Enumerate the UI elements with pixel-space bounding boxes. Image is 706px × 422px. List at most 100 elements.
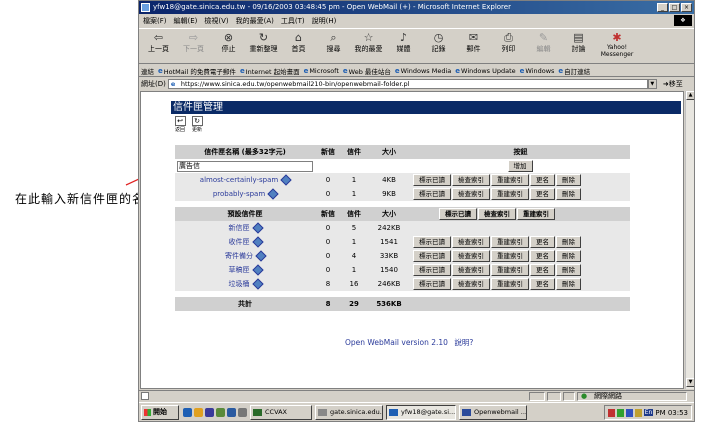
link-custom[interactable]: e 自訂連結 (558, 66, 590, 76)
version-link[interactable]: Open WebMail version 2.10 (345, 338, 448, 347)
mark-read-button[interactable]: 標示已讀 (413, 174, 451, 186)
media-quicklaunch-icon[interactable] (216, 408, 225, 417)
search-button[interactable]: ⌕ 搜尋 (316, 29, 351, 63)
media-button[interactable]: ♪ 媒體 (386, 29, 421, 63)
tray-icon[interactable] (616, 408, 624, 417)
refresh-folders-button[interactable]: ↻ 更新 (190, 116, 204, 133)
rename-button[interactable]: 更名 (530, 174, 555, 186)
discuss-button[interactable]: ▤ 討論 (561, 29, 596, 63)
link-best-sites[interactable]: e Web 最佳站台 (343, 66, 391, 76)
mark-all-read-button[interactable]: 標示已讀 (439, 208, 477, 220)
minimize-button[interactable]: _ (657, 3, 668, 12)
desktop-quicklaunch-icon[interactable] (205, 408, 214, 417)
mail-button[interactable]: ✉ 郵件 (456, 29, 491, 63)
menu-file[interactable]: 檔案(F) (143, 16, 167, 26)
rebuild-all-index-button[interactable]: 重建索引 (517, 208, 555, 220)
stop-button[interactable]: ⊗ 停止 (211, 29, 246, 63)
rebuild-index-button[interactable]: 重建索引 (491, 250, 529, 262)
address-input[interactable]: e https://www.sinica.edu.tw/openwebmail21… (167, 79, 648, 89)
check-all-index-button[interactable]: 檢查索引 (478, 208, 516, 220)
app-quicklaunch-icon[interactable] (227, 408, 236, 417)
refresh-button[interactable]: ↻ 重新整理 (246, 29, 281, 63)
check-index-button[interactable]: 檢查索引 (452, 250, 490, 262)
mark-read-button[interactable]: 標示已讀 (413, 264, 451, 276)
delete-button[interactable]: 刪除 (556, 264, 581, 276)
link-hotmail[interactable]: e HotMail 的免費電子郵件 (158, 66, 236, 76)
back-to-mail-button[interactable]: ↩ 返回 (173, 116, 187, 133)
go-button[interactable]: ➜移至 (663, 79, 683, 89)
rebuild-index-button[interactable]: 重建索引 (491, 264, 529, 276)
link-internet-start[interactable]: e Internet 起始畫面 (240, 66, 300, 76)
link-windows[interactable]: e Windows (520, 67, 555, 75)
folder-link[interactable]: probably-spam (213, 190, 265, 198)
close-button[interactable]: × (681, 3, 692, 12)
forward-button[interactable]: ⇨ 下一頁 (176, 29, 211, 63)
outlook-quicklaunch-icon[interactable] (194, 408, 203, 417)
folder-link[interactable]: 新信匣 (229, 224, 250, 232)
folder-link[interactable]: 收件匣 (229, 238, 250, 246)
link-microsoft[interactable]: e Microsoft (304, 67, 339, 75)
messenger-button[interactable]: ✱ Yahoo! Messenger (596, 29, 638, 63)
vertical-scrollbar[interactable]: ▲ ▼ (685, 91, 694, 389)
add-folder-button[interactable]: 增加 (507, 160, 533, 172)
rebuild-index-button[interactable]: 重建索引 (491, 174, 529, 186)
task-openwebmail-doc[interactable]: Openwebmail ... (459, 405, 527, 420)
tray-icon[interactable] (625, 408, 633, 417)
check-index-button[interactable]: 檢查索引 (452, 264, 490, 276)
folder-link[interactable]: 草稿匣 (229, 266, 250, 274)
rebuild-index-button[interactable]: 重建索引 (491, 188, 529, 200)
link-windows-update[interactable]: e Windows Update (455, 67, 515, 75)
rename-button[interactable]: 更名 (530, 278, 555, 290)
edit-button[interactable]: ✎ 編輯 (526, 29, 561, 63)
menu-tools[interactable]: 工具(T) (281, 16, 305, 26)
folder-search-icon[interactable] (251, 278, 264, 290)
delete-button[interactable]: 刪除 (556, 188, 581, 200)
delete-button[interactable]: 刪除 (556, 236, 581, 248)
check-index-button[interactable]: 檢查索引 (452, 174, 490, 186)
folder-link[interactable]: 寄件備分 (225, 252, 253, 260)
rename-button[interactable]: 更名 (530, 250, 555, 262)
folder-search-icon[interactable] (251, 236, 264, 248)
task-webmail-ie[interactable]: yfw18@gate.si... (386, 405, 456, 420)
rebuild-index-button[interactable]: 重建索引 (491, 278, 529, 290)
mark-read-button[interactable]: 標示已讀 (413, 278, 451, 290)
check-index-button[interactable]: 檢查索引 (452, 188, 490, 200)
scroll-down-icon[interactable]: ▼ (686, 378, 694, 387)
menu-view[interactable]: 檢視(V) (204, 16, 228, 26)
ie-quicklaunch-icon[interactable] (183, 408, 192, 417)
maximize-button[interactable]: □ (669, 3, 680, 12)
print-button[interactable]: ⎙ 列印 (491, 29, 526, 63)
delete-button[interactable]: 刪除 (556, 250, 581, 262)
link-windows-media[interactable]: e Windows Media (395, 67, 451, 75)
folder-search-icon[interactable] (251, 222, 264, 234)
delete-button[interactable]: 刪除 (556, 278, 581, 290)
history-button[interactable]: ◷ 記錄 (421, 29, 456, 63)
mark-read-button[interactable]: 標示已讀 (413, 188, 451, 200)
address-dropdown-icon[interactable]: ▼ (647, 79, 657, 89)
check-index-button[interactable]: 檢查索引 (452, 236, 490, 248)
scroll-up-icon[interactable]: ▲ (686, 91, 694, 100)
check-index-button[interactable]: 檢查索引 (452, 278, 490, 290)
rename-button[interactable]: 更名 (530, 264, 555, 276)
folder-search-icon[interactable] (251, 264, 264, 276)
task-ccvax[interactable]: CCVAX (250, 405, 312, 420)
new-folder-name-input[interactable]: 廣告信 (177, 160, 313, 172)
folder-search-icon[interactable] (267, 188, 279, 200)
rename-button[interactable]: 更名 (530, 188, 555, 200)
home-button[interactable]: ⌂ 首頁 (281, 29, 316, 63)
tray-icon[interactable] (634, 408, 642, 417)
task-gate[interactable]: gate.sinica.edu... (315, 405, 383, 420)
help-link[interactable]: 說明? (454, 338, 473, 347)
rename-button[interactable]: 更名 (530, 236, 555, 248)
back-button[interactable]: ⇦ 上一頁 (141, 29, 176, 63)
menu-help[interactable]: 說明(H) (312, 16, 337, 26)
menu-edit[interactable]: 編輯(E) (174, 16, 198, 26)
folder-search-icon[interactable] (255, 250, 267, 262)
menu-favorites[interactable]: 我的最愛(A) (236, 16, 274, 26)
folder-link[interactable]: almost-certainly-spam (200, 176, 278, 184)
mark-read-button[interactable]: 標示已讀 (413, 236, 451, 248)
delete-button[interactable]: 刪除 (556, 174, 581, 186)
tray-icon[interactable] (608, 408, 615, 417)
folder-link[interactable]: 垃圾桶 (229, 280, 250, 288)
folder-search-icon[interactable] (280, 174, 292, 186)
